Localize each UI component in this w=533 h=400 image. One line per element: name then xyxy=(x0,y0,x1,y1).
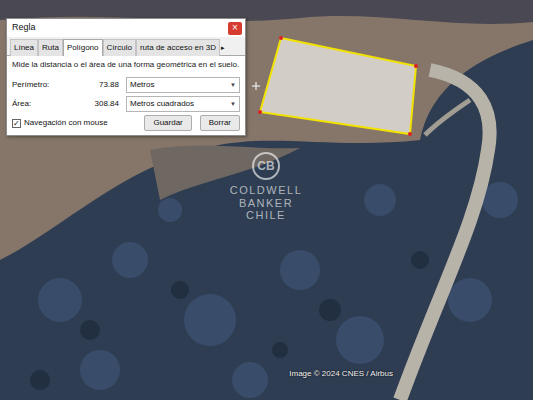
measurement-label: Área: xyxy=(12,98,68,110)
tab[interactable]: Línea xyxy=(10,39,38,56)
map-attribution: Image © 2024 CNES / Airbus xyxy=(289,368,393,380)
dropdown-arrow-icon: ▼ xyxy=(230,100,236,109)
description: Mide la distancia o el área de una forma… xyxy=(12,59,240,71)
watermark-text: CHILE xyxy=(206,209,326,222)
measurement-label: Perímetro: xyxy=(12,79,68,91)
watermark-text: COLDWELL xyxy=(206,184,326,197)
tab-strip: LíneaRutaPolígonoCírculoruta de acceso e… xyxy=(7,37,245,56)
dropdown-arrow-icon: ▼ xyxy=(230,81,236,90)
unit-dropdown[interactable]: Metros ▼ xyxy=(126,77,240,93)
checkbox[interactable]: ✓ xyxy=(12,119,21,128)
title-bar[interactable]: Regla × xyxy=(7,19,245,37)
unit-text: Metros xyxy=(130,79,154,91)
tab-panel: Mide la distancia o el área de una forma… xyxy=(7,56,245,135)
tab[interactable]: Ruta xyxy=(38,39,63,56)
measurement-row: Área:308.84 Metros cuadrados ▼ xyxy=(12,96,240,112)
button-group: Guardar Borrar xyxy=(144,115,240,130)
tab[interactable]: ruta de acceso en 3D xyxy=(136,39,220,56)
checkbox-label: Navegación con mouse xyxy=(24,117,108,129)
watermark: CB COLDWELLBANKERCHILE xyxy=(206,152,326,222)
measurement-row: Perímetro:73.88 Metros ▼ xyxy=(12,77,240,93)
measurement-value: 73.88 xyxy=(68,78,122,92)
window-title: Regla xyxy=(12,21,36,35)
ruler-dialog: Regla × LíneaRutaPolígonoCírculoruta de ac… xyxy=(6,18,246,136)
watermark-text: BANKER xyxy=(206,197,326,210)
unit-text: Metros cuadrados xyxy=(130,98,194,110)
map-screen: CB COLDWELLBANKERCHILE Image © 2024 CNES /… xyxy=(0,0,533,400)
tab[interactable]: Polígono xyxy=(63,39,103,56)
watermark-logo: CB xyxy=(252,152,280,180)
tab[interactable]: Círculo xyxy=(103,39,136,56)
measurement-value: 308.84 xyxy=(68,97,122,111)
mouse-navigation-option[interactable]: ✓Navegación con mouse xyxy=(12,117,108,129)
unit-dropdown[interactable]: Metros cuadrados ▼ xyxy=(126,96,240,112)
tab-scroll-arrow[interactable]: ▸ xyxy=(220,41,226,56)
clear-button[interactable]: Borrar xyxy=(200,115,240,130)
bottom-row: ✓Navegación con mouse Guardar Borrar xyxy=(12,115,240,131)
close-button[interactable]: × xyxy=(228,22,242,35)
save-button[interactable]: Guardar xyxy=(144,115,191,130)
